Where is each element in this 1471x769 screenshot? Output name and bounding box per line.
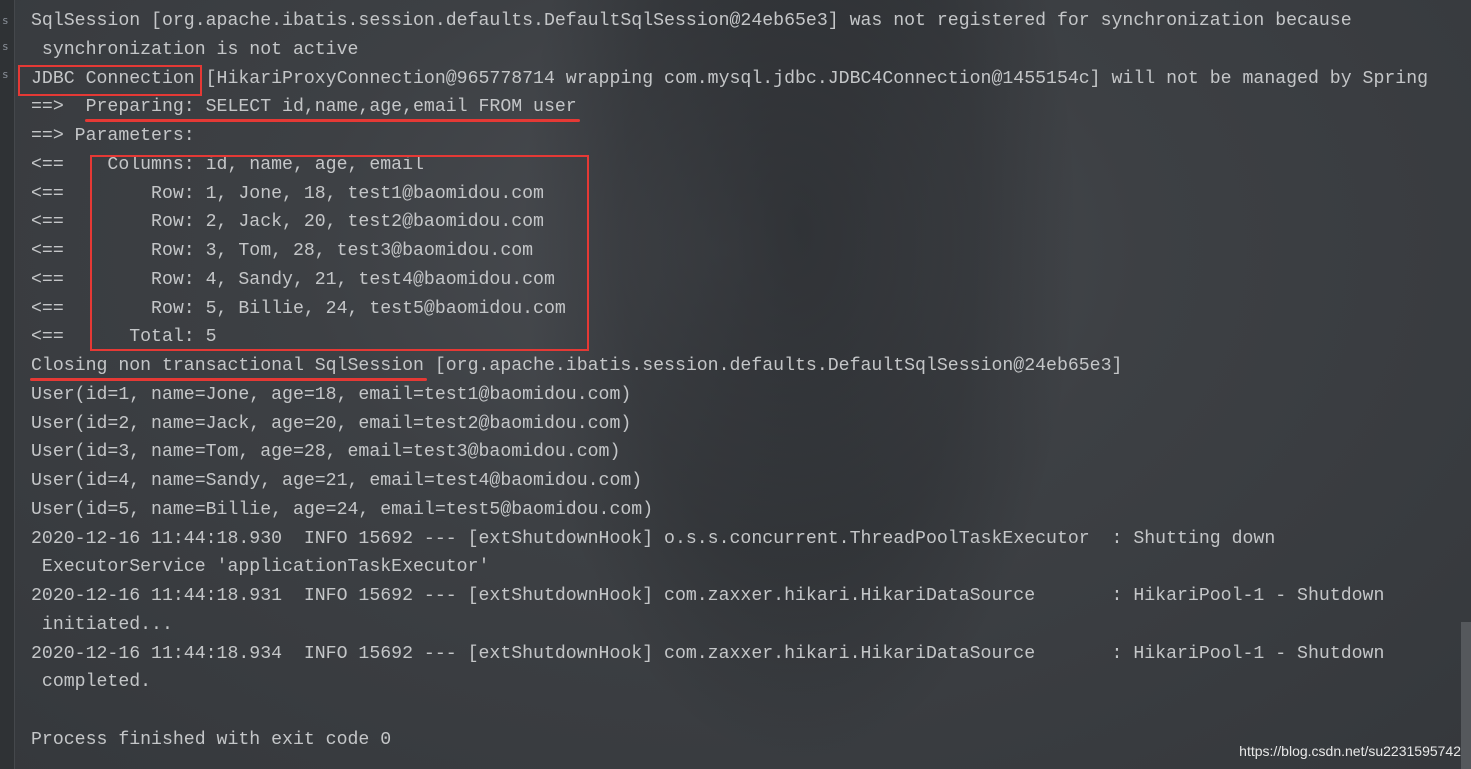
- console-line: Process finished with exit code 0: [31, 730, 392, 750]
- gutter-tab[interactable]: s: [2, 40, 9, 53]
- console-line: User(id=3, name=Tom, age=28, email=test3…: [31, 442, 621, 463]
- console-line: SqlSession [org.apache.ibatis.session.de…: [31, 11, 1352, 31]
- console-line: User(id=4, name=Sandy, age=21, email=tes…: [31, 471, 643, 492]
- console-line: User(id=1, name=Jone, age=18, email=test…: [31, 384, 632, 405]
- tool-window-gutter: s s s: [0, 0, 15, 769]
- console-line: 2020-12-16 11:44:18.930 INFO 15692 --- […: [31, 528, 1276, 549]
- gutter-tab[interactable]: s: [2, 14, 9, 27]
- console-line: User(id=5, name=Billie, age=24, email=te…: [31, 499, 654, 520]
- highlight-box-jdbc-connection: [18, 65, 202, 96]
- console-line: 2020-12-16 11:44:18.934 INFO 15692 --- […: [31, 643, 1385, 664]
- underline-closing-session: [30, 378, 427, 381]
- console-line: ==> Preparing: SELECT id,name,age,email …: [31, 97, 577, 118]
- highlight-box-result-rows: [90, 155, 589, 351]
- console-line: User(id=2, name=Jack, age=20, email=test…: [31, 413, 632, 434]
- watermark: https://blog.csdn.net/su2231595742: [1239, 743, 1461, 759]
- console-line: synchronization is not active: [31, 39, 359, 60]
- gutter-tab[interactable]: s: [2, 68, 9, 81]
- console-line: completed.: [31, 672, 152, 693]
- console-line: ==> Parameters:: [31, 126, 206, 147]
- console-line: JDBC Connection [HikariProxyConnection@9…: [31, 68, 1429, 89]
- console-line: initiated...: [31, 614, 173, 635]
- console-line: ExecutorService 'applicationTaskExecutor…: [31, 557, 490, 578]
- scrollbar[interactable]: [1461, 622, 1471, 769]
- console-line: 2020-12-16 11:44:18.931 INFO 15692 --- […: [31, 586, 1385, 607]
- console-line: Closing non transactional SqlSession [or…: [31, 356, 1123, 377]
- underline-preparing: [85, 119, 580, 122]
